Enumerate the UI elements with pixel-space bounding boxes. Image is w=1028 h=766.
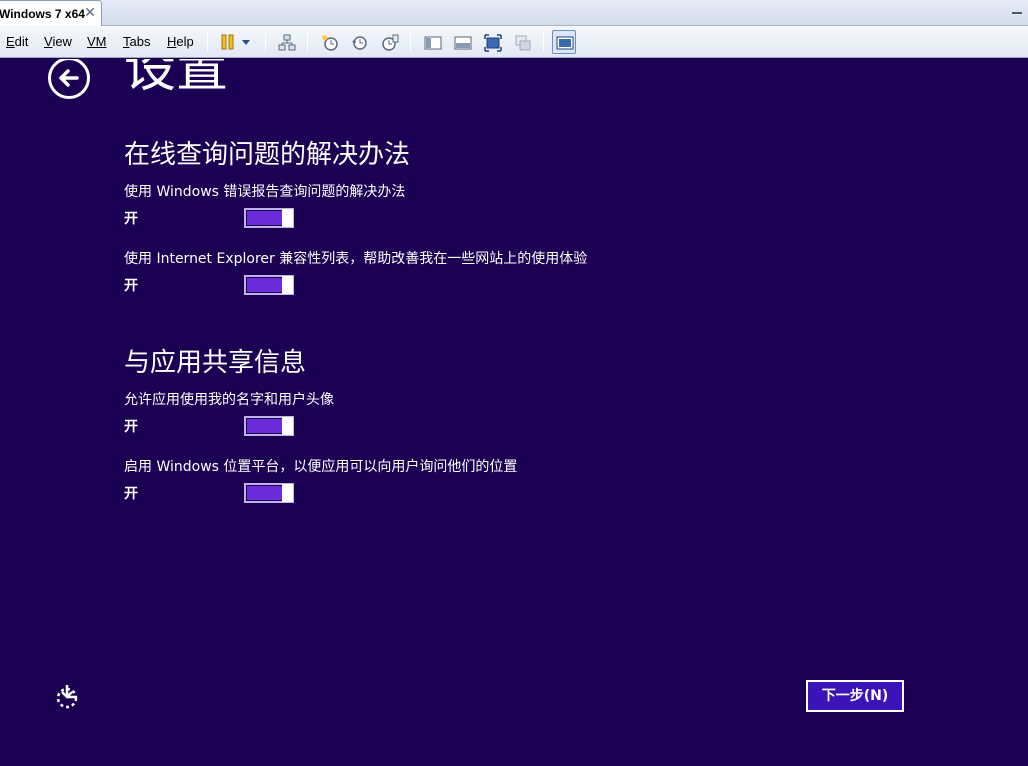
power-dropdown-button[interactable] xyxy=(238,30,254,54)
vmware-menubar: Edit View VM Tabs Help xyxy=(0,26,1028,58)
toggle-name-avatar[interactable] xyxy=(244,416,294,436)
toggle-thumb[interactable] xyxy=(282,209,293,227)
menu-vm[interactable]: VM xyxy=(87,34,107,49)
menu-edit-label: dit xyxy=(14,34,29,49)
menu-view-label: iew xyxy=(52,34,72,49)
toggle-thumb[interactable] xyxy=(282,276,293,294)
dropdown-arrow-icon xyxy=(242,40,250,45)
back-arrow-icon xyxy=(59,69,79,87)
menu-vm-mnemonic: VM xyxy=(87,34,107,49)
toggle-thumb[interactable] xyxy=(282,484,293,502)
pause-icon xyxy=(221,34,234,50)
vmware-tab-bar: Windows 7 x64 ✕ xyxy=(0,0,1028,27)
sidebar-toggle-button[interactable] xyxy=(420,30,444,54)
next-button[interactable]: 下一步(N) xyxy=(806,680,904,712)
revert-snapshot-button[interactable] xyxy=(347,30,371,54)
toggle-state-label: 开 xyxy=(124,211,138,227)
toolbar-separator xyxy=(265,32,266,52)
pause-button[interactable] xyxy=(216,30,240,54)
close-icon[interactable]: ✕ xyxy=(82,4,98,22)
toolbar-separator xyxy=(307,32,308,52)
fit-guest-icon xyxy=(556,36,574,50)
console-view-icon xyxy=(454,36,472,50)
toggle-ie-compat[interactable] xyxy=(244,275,294,295)
unity-button[interactable] xyxy=(510,30,534,54)
toggle-state-label: 开 xyxy=(124,486,138,502)
page-title: 设置 xyxy=(124,59,229,99)
menu-edit[interactable]: Edit xyxy=(6,34,28,49)
ease-of-access-icon[interactable] xyxy=(54,683,82,711)
setting-desc-name-avatar: 允许应用使用我的名字和用户头像 xyxy=(124,392,334,408)
toggle-fill xyxy=(247,486,282,500)
back-button[interactable] xyxy=(48,59,90,99)
toolbar-separator xyxy=(207,32,208,52)
minimize-icon[interactable] xyxy=(1012,12,1022,14)
toggle-state-label: 开 xyxy=(124,278,138,294)
network-button[interactable] xyxy=(274,30,298,54)
fullscreen-button[interactable] xyxy=(480,30,504,54)
snapshot-manager-button[interactable] xyxy=(377,30,401,54)
fullscreen-icon xyxy=(484,34,502,52)
toolbar-separator xyxy=(410,32,411,52)
snapshot-manager-icon xyxy=(382,34,399,51)
vm-guest-screen[interactable]: 设置 在线查询问题的解决办法 使用 Windows 错误报告查询问题的解决办法 … xyxy=(2,59,1028,766)
snapshot-take-icon xyxy=(322,35,338,51)
toolbar-separator xyxy=(543,32,544,52)
toggle-error-reporting[interactable] xyxy=(244,208,294,228)
toggle-thumb[interactable] xyxy=(282,417,293,435)
menu-help-mnemonic: H xyxy=(167,34,177,49)
section-title-app-sharing: 与应用共享信息 xyxy=(124,348,307,378)
toggle-fill xyxy=(247,211,282,225)
toggle-fill xyxy=(247,278,282,292)
menu-help-label: elp xyxy=(176,34,194,49)
fit-guest-button[interactable] xyxy=(552,30,576,54)
menu-view[interactable]: View xyxy=(44,34,72,49)
setting-desc-error-reporting: 使用 Windows 错误报告查询问题的解决办法 xyxy=(124,184,406,200)
section-title-online-solutions: 在线查询问题的解决办法 xyxy=(124,140,411,170)
menu-tabs-label: abs xyxy=(129,34,151,49)
menu-help[interactable]: Help xyxy=(167,34,194,49)
vm-tab-label: Windows 7 x64 xyxy=(0,7,85,21)
sidebar-toggle-icon xyxy=(424,36,442,50)
toggle-state-label: 开 xyxy=(124,419,138,435)
setting-desc-ie-compat: 使用 Internet Explorer 兼容性列表，帮助改善我在一些网站上的使… xyxy=(124,251,588,267)
toggle-location[interactable] xyxy=(244,483,294,503)
take-snapshot-button[interactable] xyxy=(317,30,341,54)
vm-tab[interactable]: Windows 7 x64 ✕ xyxy=(0,0,102,27)
setting-desc-location: 启用 Windows 位置平台，以便应用可以向用户询问他们的位置 xyxy=(124,459,518,475)
toggle-fill xyxy=(247,419,282,433)
menu-edit-mnemonic: E xyxy=(6,34,15,49)
network-icon xyxy=(278,34,296,51)
menu-tabs[interactable]: Tabs xyxy=(123,34,150,49)
unity-icon xyxy=(515,35,531,51)
console-view-button[interactable] xyxy=(450,30,474,54)
snapshot-revert-icon xyxy=(352,36,367,50)
